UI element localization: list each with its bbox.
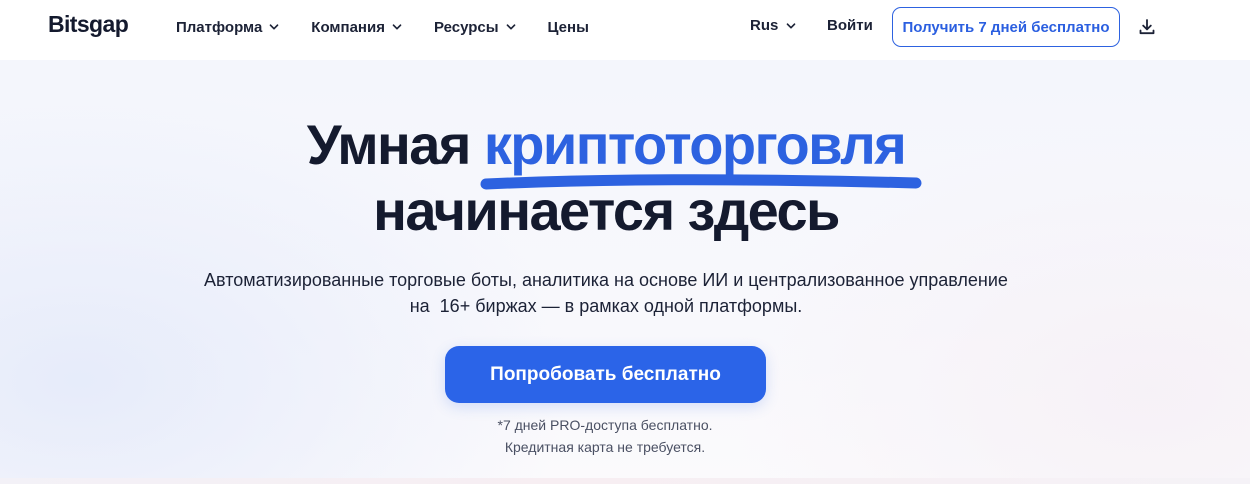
hero-title-accent: криптоторговля xyxy=(483,113,907,176)
language-selector[interactable]: Rus xyxy=(750,17,796,34)
hero-background-bottom xyxy=(0,478,1250,484)
nav-item-label: Платформа xyxy=(176,18,263,36)
try-free-button[interactable]: Попробовать бесплатно xyxy=(445,346,766,403)
top-navigation-bar: Bitsgap Платформа Компания Ресурсы Цены … xyxy=(0,0,1250,56)
chevron-down-icon xyxy=(269,24,279,30)
trial-note-line-1: *7 дней PRO-доступа бесплатно. xyxy=(497,417,713,433)
chevron-down-icon xyxy=(392,24,402,30)
hero-title-prefix: Умная xyxy=(306,113,484,176)
nav-item-pricing[interactable]: Цены xyxy=(548,17,589,37)
nav-item-company[interactable]: Компания xyxy=(311,17,402,37)
nav-item-platform[interactable]: Платформа xyxy=(176,17,279,37)
login-link[interactable]: Войти xyxy=(827,17,873,34)
page: Bitsgap Платформа Компания Ресурсы Цены … xyxy=(0,0,1250,484)
chevron-down-icon xyxy=(786,22,796,29)
download-icon[interactable] xyxy=(1137,17,1157,37)
get-trial-button[interactable]: Получить 7 дней бесплатно xyxy=(892,7,1120,47)
trial-note-line-2: Кредитная карта не требуется. xyxy=(504,439,706,455)
hero-title: Умная криптоторговля начинается здесь xyxy=(0,112,1212,244)
nav-item-resources[interactable]: Ресурсы xyxy=(434,17,516,37)
hero-title-line-1: Умная криптоторговля xyxy=(0,112,1212,178)
nav-item-label: Компания xyxy=(311,18,385,36)
main-nav: Платформа Компания Ресурсы Цены xyxy=(176,17,589,37)
nav-item-label: Цены xyxy=(547,18,589,36)
hero-subtitle-line-1: Автоматизированные торговые боты, аналит… xyxy=(204,270,1008,290)
hero-subtitle: Автоматизированные торговые боты, аналит… xyxy=(0,267,1212,319)
trial-note: *7 дней PRO-доступа бесплатно. Кредитная… xyxy=(0,414,1210,458)
hero-title-line-2: начинается здесь xyxy=(373,179,840,242)
chevron-down-icon xyxy=(506,24,515,30)
nav-item-label: Ресурсы xyxy=(433,18,499,36)
hero-subtitle-line-2: на 16+ биржах — в рамках одной платформы… xyxy=(409,296,803,316)
bitsgap-logo[interactable]: Bitsgap xyxy=(48,11,129,38)
language-label: Rus xyxy=(750,17,779,34)
